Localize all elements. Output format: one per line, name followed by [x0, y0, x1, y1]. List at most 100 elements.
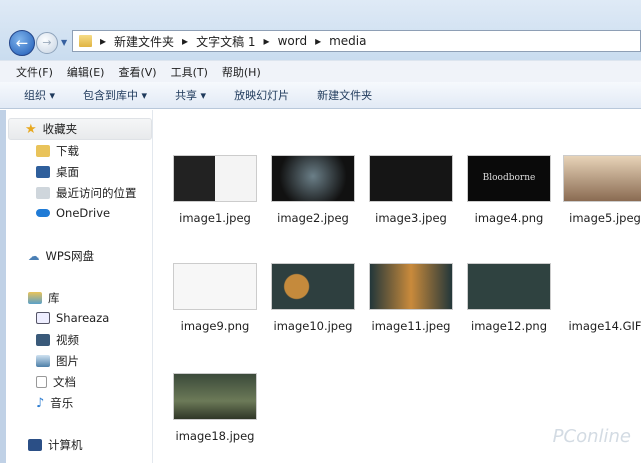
thumbnail-image [563, 155, 641, 202]
label: 视频 [56, 333, 79, 347]
file-item[interactable]: image10.jpeg [265, 263, 361, 333]
sidebar-item-desktop[interactable]: 桌面 [36, 164, 79, 180]
cloud-outline-icon: ☁ [28, 249, 40, 263]
back-button[interactable]: ← [9, 30, 35, 56]
label: 计算机 [48, 438, 83, 452]
menu-help[interactable]: 帮助(H) [222, 64, 261, 80]
file-name: image10.jpeg [273, 319, 353, 333]
thumbnail-image [173, 155, 257, 202]
label: 桌面 [56, 165, 79, 179]
crumb-sep: ▸ [100, 34, 107, 48]
crumb-sep: ▸ [315, 34, 322, 48]
download-folder-icon [36, 145, 50, 157]
menu-bar: 文件(F) 编辑(E) 查看(V) 工具(T) 帮助(H) [0, 60, 641, 82]
file-name: image2.jpeg [277, 211, 349, 225]
include-in-library-button[interactable]: 包含到库中 ▾ [83, 87, 147, 103]
breadcrumb-item[interactable]: 文字文稿 1 [196, 33, 255, 50]
menu-file[interactable]: 文件(F) [16, 64, 53, 80]
thumbnail-image [271, 155, 355, 202]
sidebar-item-recent[interactable]: 最近访问的位置 [36, 185, 137, 201]
file-name: image1.jpeg [179, 211, 251, 225]
label: 最近访问的位置 [56, 186, 137, 200]
command-bar: 组织 ▾ 包含到库中 ▾ 共享 ▾ 放映幻灯片 新建文件夹 [0, 82, 641, 109]
desktop-icon [36, 166, 50, 178]
sidebar-wps-drive[interactable]: ☁ WPS网盘 [28, 248, 94, 264]
music-icon: ♪ [36, 395, 45, 411]
forward-button[interactable]: → [36, 32, 58, 54]
navigation-pane: ★ 收藏夹 下载 桌面 最近访问的位置 OneDrive ☁ WPS网盘 库 Sha… [0, 110, 153, 463]
share-button[interactable]: 共享 ▾ [175, 87, 206, 103]
sidebar-libraries[interactable]: 库 [28, 290, 60, 306]
file-item[interactable]: image2.jpeg [265, 155, 361, 225]
label: 库 [48, 291, 60, 305]
label: 收藏夹 [42, 122, 78, 136]
menu-edit[interactable]: 编辑(E) [67, 64, 105, 80]
thumbnail-image [173, 263, 257, 310]
sidebar-item-music[interactable]: ♪ 音乐 [36, 395, 73, 411]
file-item[interactable]: image9.png [167, 263, 263, 333]
thumbnail-image [271, 263, 355, 310]
file-item[interactable]: image11.jpeg [363, 263, 459, 333]
thumbnail-image [563, 263, 641, 310]
sidebar-item-pictures[interactable]: 图片 [36, 353, 79, 369]
document-icon [36, 376, 47, 388]
thumbnail-image [369, 263, 453, 310]
label: 音乐 [50, 396, 74, 410]
sidebar-item-downloads[interactable]: 下载 [36, 143, 79, 159]
new-folder-button[interactable]: 新建文件夹 [317, 87, 372, 103]
file-item[interactable]: image12.png [461, 263, 557, 333]
sidebar-computer[interactable]: 计算机 [28, 437, 83, 453]
file-item[interactable]: image3.jpeg [363, 155, 459, 225]
sidebar-favorites[interactable]: ★ 收藏夹 [8, 118, 152, 140]
cloud-icon [36, 209, 50, 217]
breadcrumb-item[interactable]: word [278, 34, 308, 48]
file-name: image5.jpeg [569, 211, 641, 225]
label: 文档 [53, 375, 76, 389]
history-dropdown-icon[interactable]: ▼ [61, 38, 67, 47]
folder-icon [79, 35, 92, 47]
sidebar-item-onedrive[interactable]: OneDrive [36, 206, 110, 220]
file-name: image11.jpeg [371, 319, 451, 333]
sidebar-item-shareaza[interactable]: Shareaza [36, 311, 109, 325]
file-name: image3.jpeg [375, 211, 447, 225]
breadcrumb-item[interactable]: media [329, 34, 366, 48]
file-name: image9.png [180, 319, 250, 333]
picture-icon [36, 355, 50, 367]
computer-icon [28, 439, 42, 451]
watermark-logo: PConline [552, 426, 631, 447]
thumbnail-image [173, 373, 257, 420]
label: 图片 [56, 354, 79, 368]
label: 下载 [56, 144, 79, 158]
slideshow-button[interactable]: 放映幻灯片 [234, 87, 289, 103]
file-item[interactable]: image5.jpeg [557, 155, 641, 225]
file-name: image18.jpeg [175, 429, 255, 443]
shareaza-icon [36, 312, 50, 324]
library-icon [28, 292, 42, 304]
label: OneDrive [56, 206, 111, 220]
breadcrumb-item[interactable]: 新建文件夹 [114, 33, 174, 50]
label: WPS网盘 [45, 249, 95, 263]
thumbnail-image: Bloodborne [467, 155, 551, 202]
sidebar-item-videos[interactable]: 视频 [36, 332, 79, 348]
thumbnail-image [369, 155, 453, 202]
file-name: image4.png [474, 211, 544, 225]
menu-tools[interactable]: 工具(T) [171, 64, 208, 80]
file-name: image14.GIF [568, 319, 641, 333]
crumb-sep: ▸ [182, 34, 189, 48]
star-icon: ★ [25, 121, 37, 137]
organize-button[interactable]: 组织 ▾ [24, 87, 55, 103]
menu-view[interactable]: 查看(V) [118, 64, 156, 80]
file-item[interactable]: image1.jpeg [167, 155, 263, 225]
address-bar[interactable]: ▸ 新建文件夹 ▸ 文字文稿 1 ▸ word ▸ media [72, 30, 641, 52]
file-list: image1.jpeg image2.jpeg image3.jpeg Bloodbo… [154, 110, 641, 463]
file-item[interactable]: Bloodborne image4.png [461, 155, 557, 225]
file-item[interactable]: image14.GIF [557, 263, 641, 333]
crumb-sep: ▸ [263, 34, 270, 48]
file-name: image12.png [471, 319, 547, 333]
thumbnail-image [467, 263, 551, 310]
label: Shareaza [56, 311, 110, 325]
sidebar-item-documents[interactable]: 文档 [36, 374, 76, 390]
video-icon [36, 334, 50, 346]
file-item[interactable]: image18.jpeg [167, 373, 263, 443]
recent-places-icon [36, 187, 50, 199]
